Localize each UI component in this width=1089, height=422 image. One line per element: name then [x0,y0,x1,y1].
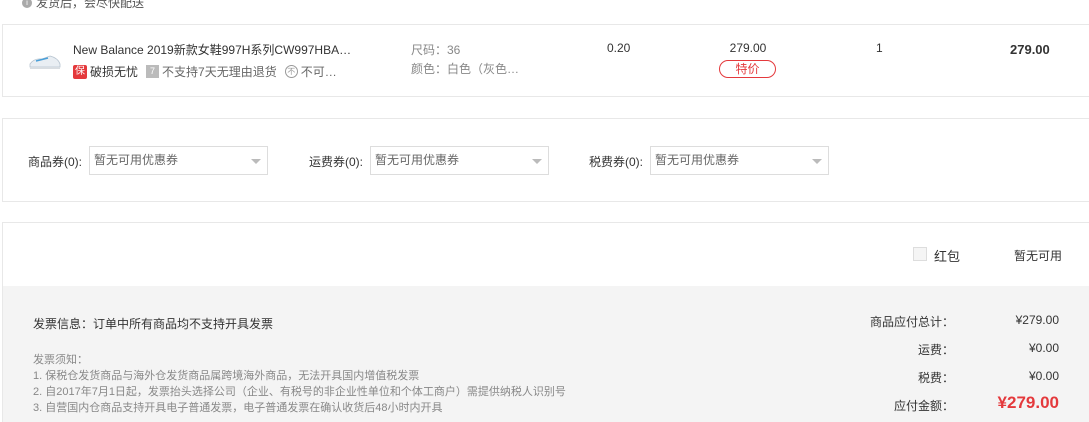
hongbao-section: 红包 暂无可用 [2,222,1089,286]
invoice-info: 发票信息：订单中所有商品均不支持开具发票 [33,317,274,331]
tax-coupon-select[interactable]: 暂无可用优惠券 [650,146,829,175]
product-thumbnail[interactable] [28,50,62,72]
product-size: 尺码：36 [411,43,461,57]
tax-coupon-value: 暂无可用优惠券 [655,153,740,167]
no-return-tag-text: 不支持7天无理由退货 [162,65,277,79]
other-service-tag-text: 不可… [300,65,337,79]
chevron-down-icon [532,159,542,164]
goods-coupon-value: 暂无可用优惠券 [94,153,179,167]
product-row: New Balance 2019新款女鞋997H系列CW997HBA… 保 破损… [2,24,1089,97]
payable-amount-value: ¥279.00 [997,393,1059,412]
tax-fee-label: 税费： [917,371,954,385]
info-icon: i [22,0,32,8]
product-weight: 0.20 [607,41,631,55]
shipping-fee-value: ¥0.00 [1028,341,1059,355]
coupon-section: 商品券(0): 暂无可用优惠券 运费券(0): 暂无可用优惠券 税费券(0): … [2,118,1089,202]
no-return-icon: 7 [146,65,160,78]
shipping-fee-label: 运费： [917,343,954,357]
invoice-note: 3. 自营国内仓商品支持开具电子普通发票，电子普通发票在确认收货后48小时内开具 [33,402,443,414]
product-quantity: 1 [876,41,883,55]
invoice-note: 2. 自2017年7月1日起，发票抬头选择公司（企业、有税号的非企业性单位和个体… [33,386,566,398]
hongbao-label[interactable]: 红包 [934,246,960,265]
chevron-down-icon [251,159,261,164]
goods-coupon-label: 商品券(0): [28,155,83,169]
shipping-coupon-value: 暂无可用优惠券 [375,153,460,167]
invoice-notes: 发票须知： 1. 保税仓发货商品与海外仓发货商品属跨境海外商品，无法开具国内增值… [33,352,566,416]
insurance-badge-icon: 保 [73,64,87,79]
order-summary: 发票信息：订单中所有商品均不支持开具发票 发票须知： 1. 保税仓发货商品与海外… [2,286,1089,422]
goods-total-label: 商品应付总计： [869,315,954,329]
tax-coupon-label: 税费券(0): [589,155,644,169]
invoice-notes-title: 发票须知： [33,354,88,366]
shipping-coupon-select[interactable]: 暂无可用优惠券 [370,146,549,175]
product-subtotal: 279.00 [1010,42,1050,57]
shipping-note-text: 发货后，会尽快配送 [36,0,145,10]
product-attributes: 尺码：36 颜色：白色（灰色… [411,41,519,79]
product-color: 颜色：白色（灰色… [411,62,520,76]
insurance-tag-text: 破损无忧 [90,65,139,79]
goods-coupon-select[interactable]: 暂无可用优惠券 [89,146,268,175]
tax-fee-value: ¥0.00 [1028,369,1059,383]
invoice-note: 1. 保税仓发货商品与海外仓发货商品属跨境海外商品，无法开具国内增值税发票 [33,370,420,382]
hongbao-checkbox[interactable] [913,247,927,261]
goods-total-value: ¥279.00 [1015,313,1059,327]
product-service-tags: 保 破损无忧 7 不支持7天无理由退货 不 不可… [73,63,337,80]
payable-amount-label: 应付金额： [893,399,954,413]
shipping-coupon-label: 运费券(0): [309,155,364,169]
product-price: 279.00 [729,41,767,55]
shipping-note: i 发货后，会尽快配送 [22,0,144,11]
special-price-badge: 特价 [719,60,776,78]
hongbao-status: 暂无可用 [1014,249,1063,263]
other-service-icon: 不 [284,65,298,78]
chevron-down-icon [812,159,822,164]
product-name[interactable]: New Balance 2019新款女鞋997H系列CW997HBA… [73,41,351,58]
